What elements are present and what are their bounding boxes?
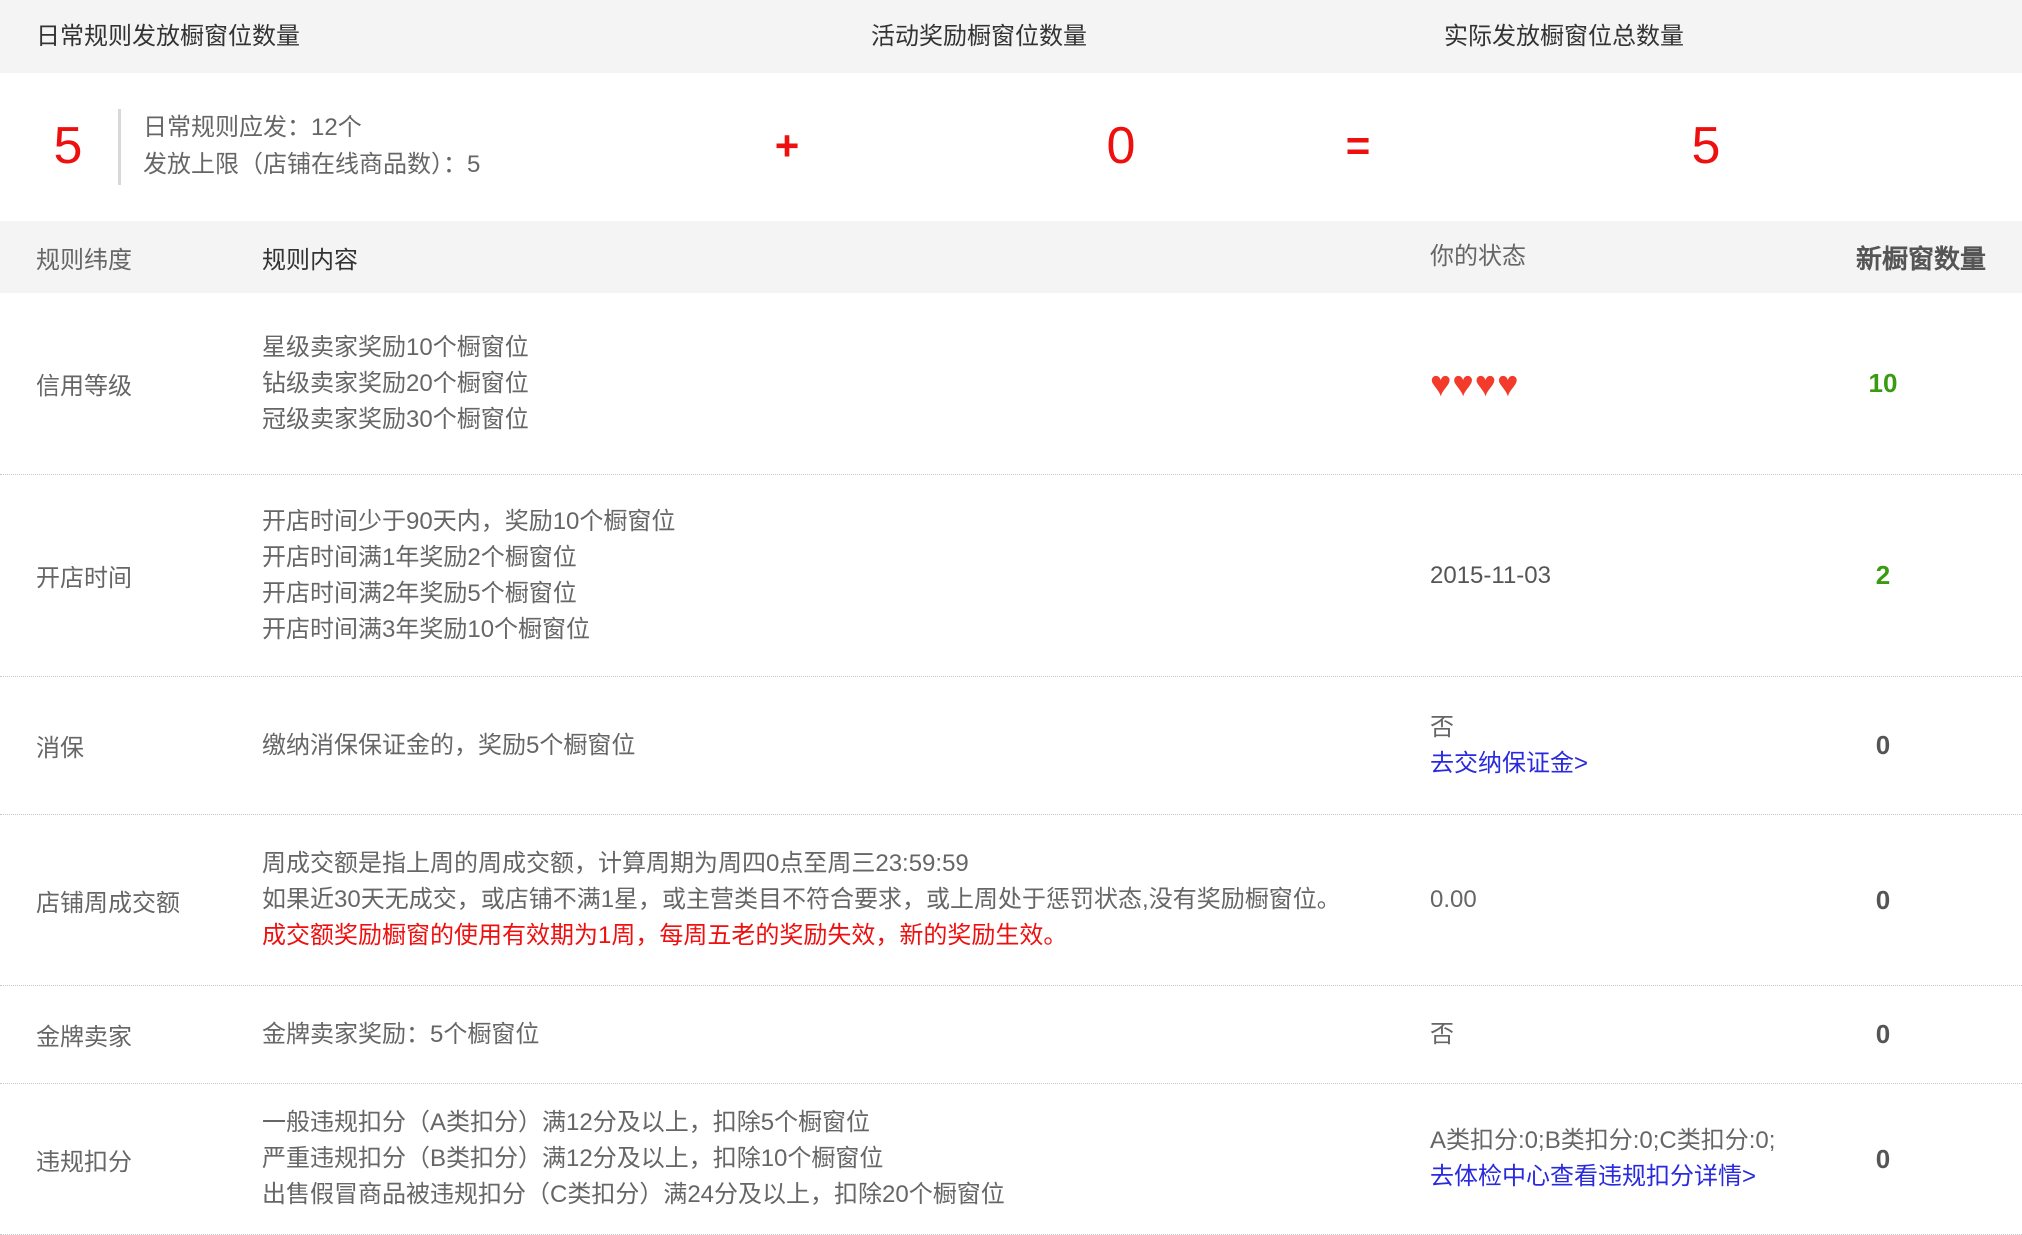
heart-icon: ♥ [1475, 363, 1496, 404]
rule-content-line: 出售假冒商品被违规扣分（C类扣分）满24分及以上，扣除20个橱窗位 [262, 1177, 1430, 1213]
rule-content-cell: 开店时间少于90天内，奖励10个橱窗位 开店时间满1年奖励2个橱窗位 开店时间满… [262, 504, 1430, 648]
rule-content-line: 金牌卖家奖励：5个橱窗位 [262, 1017, 1430, 1053]
rule-dimension-label: 信用等级 [36, 366, 262, 401]
rule-content-line: 如果近30天无成交，或店铺不满1星，或主营类目不符合要求，或上周处于惩罚状态,没… [262, 882, 1430, 918]
window-count-formula: 5 日常规则应发：12个 发放上限（店铺在线商品数）：5 + 0 = 5 [0, 73, 2022, 218]
table-row-gold-seller: 金牌卖家 金牌卖家奖励：5个橱窗位 否 0 [0, 986, 2022, 1084]
deposit-status-text: 否 [1430, 710, 1780, 746]
daily-rule-count-title: 日常规则发放橱窗位数量 [36, 0, 300, 73]
status-cell-violation: A类扣分:0;B类扣分:0;C类扣分:0; 去体检中心查看违规扣分详情> [1430, 1123, 1780, 1195]
heart-icon: ♥ [1497, 363, 1518, 404]
new-window-count-value: 0 [1780, 1144, 1986, 1175]
status-cell-credit-hearts: ♥♥♥♥ [1430, 366, 1780, 402]
header-rule-dimension: 规则纬度 [36, 240, 262, 275]
rule-content-cell: 周成交额是指上周的周成交额，计算周期为周四0点至周三23:59:59 如果近30… [262, 846, 1430, 954]
rule-dimension-label: 违规扣分 [36, 1142, 262, 1177]
header-new-window-count: 新橱窗数量 [1780, 239, 1986, 276]
total-window-count: 5 [1674, 116, 1738, 176]
table-row-weekly-turnover: 店铺周成交额 周成交额是指上周的周成交额，计算周期为周四0点至周三23:59:5… [0, 815, 2022, 986]
vertical-divider [118, 109, 121, 185]
rule-content-line: 开店时间满3年奖励10个橱窗位 [262, 612, 1430, 648]
plus-sign: + [762, 122, 812, 170]
rule-content-line: 开店时间满2年奖励5个橱窗位 [262, 576, 1430, 612]
rule-content-cell: 星级卖家奖励10个橱窗位 钻级卖家奖励20个橱窗位 冠级卖家奖励30个橱窗位 [262, 330, 1430, 438]
equals-sign: = [1333, 122, 1383, 170]
header-your-status: 你的状态 [1430, 239, 1780, 275]
pay-deposit-link[interactable]: 去交纳保证金> [1430, 746, 1588, 782]
credit-rating-hearts: ♥♥♥♥ [1430, 366, 1780, 402]
note-due-count: 日常规则应发：12个 [143, 109, 480, 146]
new-window-count-value: 10 [1780, 368, 1986, 399]
note-issue-limit: 发放上限（店铺在线商品数）：5 [143, 146, 480, 183]
rule-content-line: 星级卖家奖励10个橱窗位 [262, 330, 1430, 366]
rule-content-line: 一般违规扣分（A类扣分）满12分及以上，扣除5个橱窗位 [262, 1105, 1430, 1141]
gold-seller-status-text: 否 [1430, 1017, 1780, 1053]
rule-content-line: 严重违规扣分（B类扣分）满12分及以上，扣除10个橱窗位 [262, 1141, 1430, 1177]
activity-reward-count-title: 活动奖励橱窗位数量 [871, 0, 1087, 73]
rule-content-line: 钻级卖家奖励20个橱窗位 [262, 366, 1430, 402]
actual-total-count-title: 实际发放橱窗位总数量 [1444, 0, 1684, 73]
table-row-open-time: 开店时间 开店时间少于90天内，奖励10个橱窗位 开店时间满1年奖励2个橱窗位 … [0, 475, 2022, 677]
daily-window-count: 5 [36, 116, 100, 176]
daily-count-notes: 日常规则应发：12个 发放上限（店铺在线商品数）：5 [143, 109, 480, 183]
new-window-count-value: 2 [1780, 560, 1986, 591]
table-row-violation-points: 违规扣分 一般违规扣分（A类扣分）满12分及以上，扣除5个橱窗位 严重违规扣分（… [0, 1084, 2022, 1235]
violation-points-text: A类扣分:0;B类扣分:0;C类扣分:0; [1430, 1123, 1780, 1159]
rule-content-line: 开店时间少于90天内，奖励10个橱窗位 [262, 504, 1430, 540]
status-cell-gold-seller: 否 [1430, 1017, 1780, 1053]
shop-open-date: 2015-11-03 [1430, 558, 1780, 594]
rule-content-warning-line: 成交额奖励橱窗的使用有效期为1周，每周五老的奖励失效，新的奖励生效。 [262, 918, 1430, 954]
rule-content-cell: 一般违规扣分（A类扣分）满12分及以上，扣除5个橱窗位 严重违规扣分（B类扣分）… [262, 1105, 1430, 1213]
rule-dimension-label: 店铺周成交额 [36, 883, 262, 918]
heart-icon: ♥ [1430, 363, 1451, 404]
activity-window-count: 0 [1089, 116, 1153, 176]
status-cell-open-date: 2015-11-03 [1430, 558, 1780, 594]
status-cell-deposit: 否 去交纳保证金> [1430, 710, 1780, 782]
status-cell-turnover: 0.00 [1430, 882, 1780, 918]
new-window-count-value: 0 [1780, 1019, 1986, 1050]
table-header-row: 规则纬度 规则内容 你的状态 新橱窗数量 [0, 221, 2022, 293]
weekly-turnover-amount: 0.00 [1430, 882, 1780, 918]
rule-content-cell: 金牌卖家奖励：5个橱窗位 [262, 1017, 1430, 1053]
rule-dimension-label: 开店时间 [36, 558, 262, 593]
summary-title-band: 日常规则发放橱窗位数量 活动奖励橱窗位数量 实际发放橱窗位总数量 [0, 0, 2022, 73]
header-rule-content: 规则内容 [262, 240, 1430, 275]
rule-content-line: 冠级卖家奖励30个橱窗位 [262, 402, 1430, 438]
heart-icon: ♥ [1452, 363, 1473, 404]
rule-content-cell: 缴纳消保保证金的，奖励5个橱窗位 [262, 728, 1430, 764]
rule-content-line: 周成交额是指上周的周成交额，计算周期为周四0点至周三23:59:59 [262, 846, 1430, 882]
rule-content-line: 缴纳消保保证金的，奖励5个橱窗位 [262, 728, 1430, 764]
violation-details-link[interactable]: 去体检中心查看违规扣分详情> [1430, 1159, 1756, 1195]
table-row-credit-level: 信用等级 星级卖家奖励10个橱窗位 钻级卖家奖励20个橱窗位 冠级卖家奖励30个… [0, 293, 2022, 475]
rule-dimension-label: 消保 [36, 728, 262, 763]
table-row-consumer-protection: 消保 缴纳消保保证金的，奖励5个橱窗位 否 去交纳保证金> 0 [0, 677, 2022, 815]
rule-content-line: 开店时间满1年奖励2个橱窗位 [262, 540, 1430, 576]
rule-dimension-label: 金牌卖家 [36, 1017, 262, 1052]
new-window-count-value: 0 [1780, 885, 1986, 916]
new-window-count-value: 0 [1780, 730, 1986, 761]
